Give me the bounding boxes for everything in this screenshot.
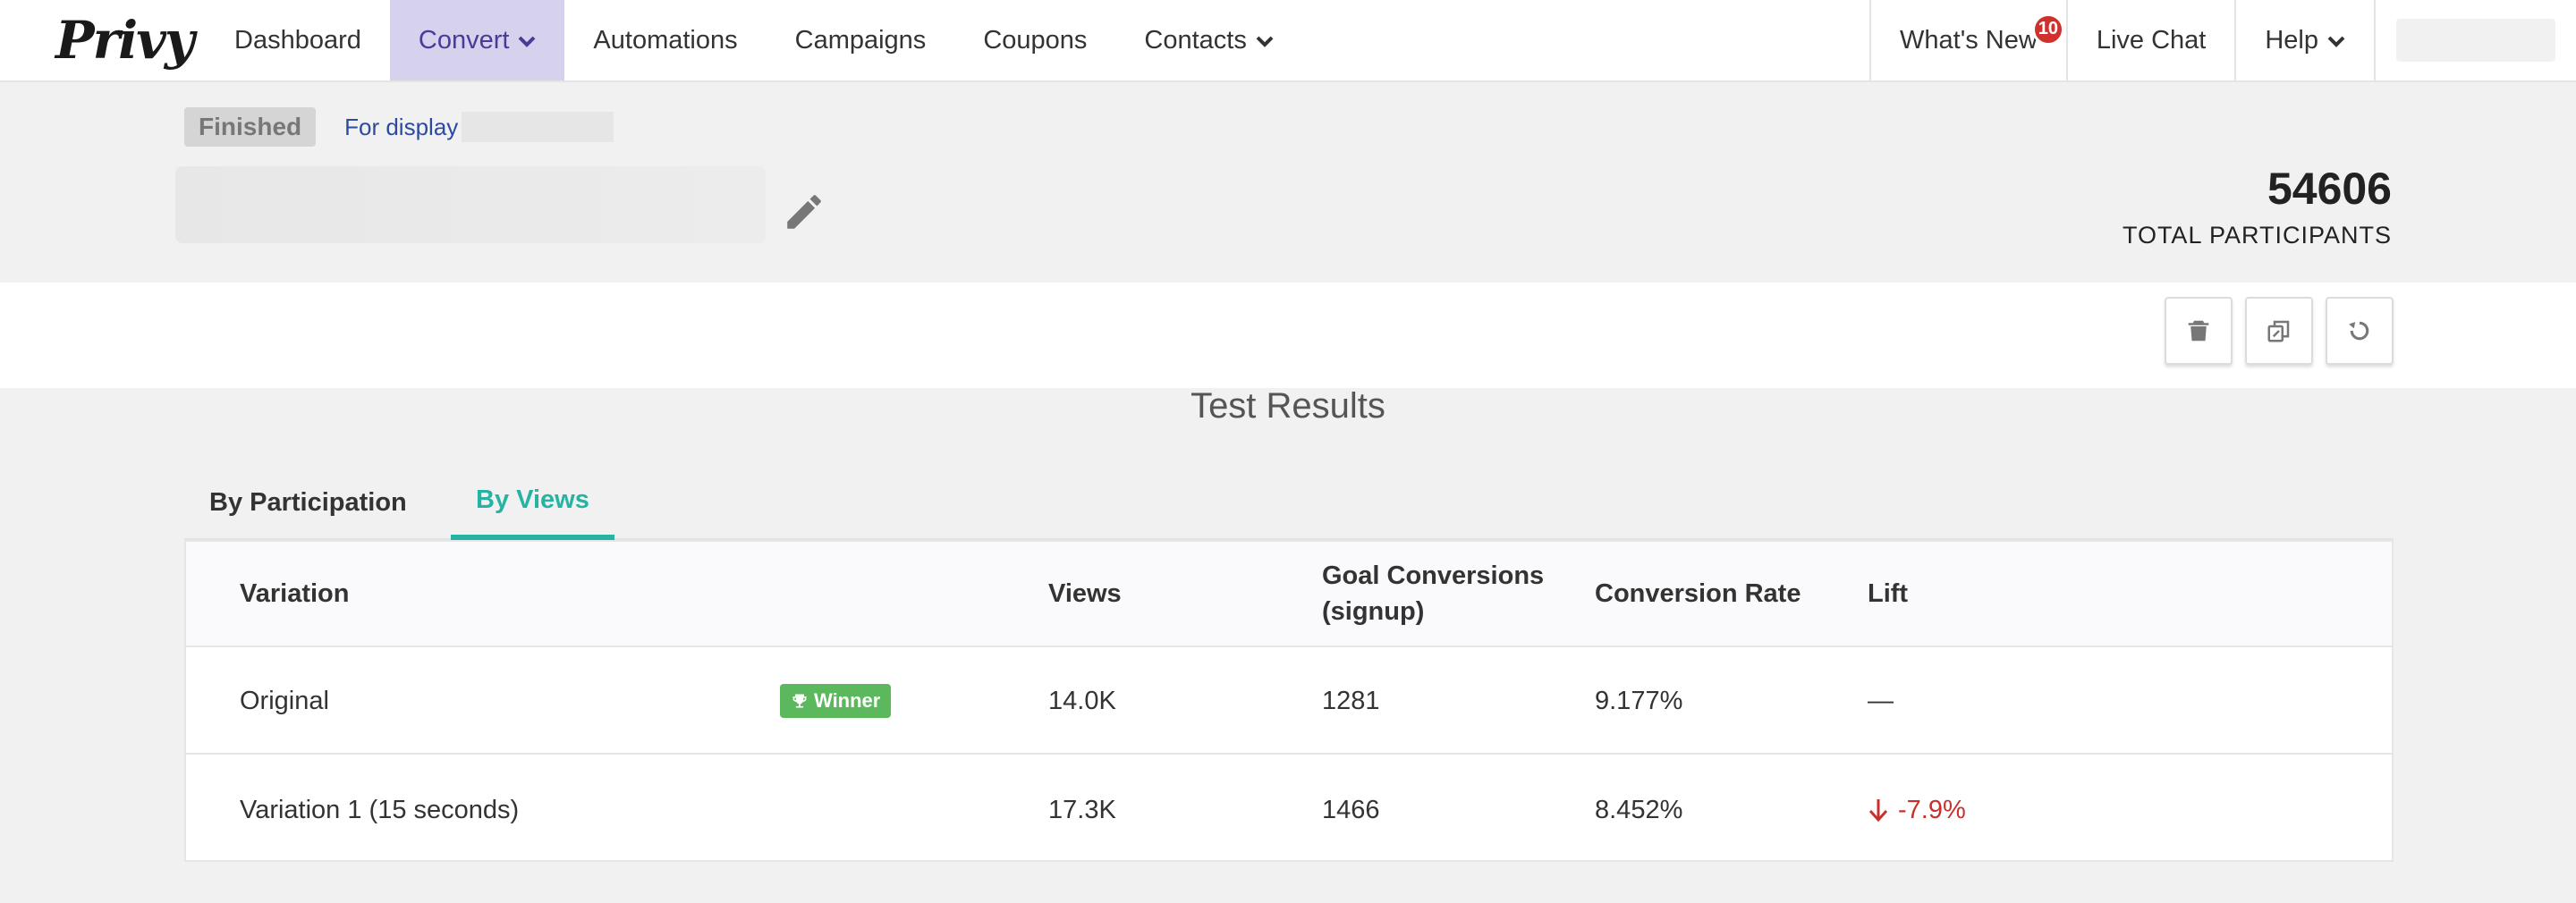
status-row: Finished For display [184,107,614,147]
status-badge: Finished [184,107,317,147]
row-rate: 9.177% [1595,686,1683,715]
nav-convert[interactable]: Convert [389,0,565,80]
table-row: Variation 1 (15 seconds) 17.3K 1466 8.45… [186,756,2392,864]
results-title: Test Results [1191,386,1385,426]
col-conversion-rate: Conversion Rate [1595,579,1801,608]
col-goal-conversions: Goal Conversions (signup) [1322,558,1544,629]
total-participants-value: 54606 [2267,164,2392,214]
account-menu[interactable] [2374,0,2576,80]
copy-icon [2267,320,2290,342]
row-variation: Original [240,686,329,715]
campaign-name-redacted [175,166,766,243]
winner-badge: Winner [780,684,892,718]
tab-by-views[interactable]: By Views [451,465,614,540]
chevron-down-icon [518,30,536,54]
total-participants: 54606 TOTAL PARTICIPANTS [2123,166,2392,249]
row-conversions: 1281 [1322,686,1380,715]
table-row: Original Winner 14.0K 1281 9.177% — [186,647,2392,755]
privy-logo[interactable]: Privy [0,0,206,80]
total-participants-label: TOTAL PARTICIPANTS [2122,222,2392,249]
winner-cell: Winner [780,647,892,755]
nav-help[interactable]: Help [2234,0,2374,80]
col-lift: Lift [1868,579,1909,608]
results-tabs: By Participation By Views [184,465,2394,540]
account-name-redacted [2396,19,2555,62]
whats-new-wrap: What's New 10 [1900,13,2064,55]
col-goal-conversions-line1: Goal Conversions [1322,561,1545,590]
display-target-redacted [462,112,614,142]
nav-live-chat-label: Live Chat [2096,25,2207,55]
nav-live-chat[interactable]: Live Chat [2065,0,2235,80]
row-lift-value: -7.9% [1898,795,1966,824]
nav-contacts[interactable]: Contacts [1115,0,1301,80]
results-table: Variation Views Goal Conversions (signup… [184,540,2394,862]
chevron-down-icon [2327,30,2345,54]
row-variation: Variation 1 (15 seconds) [240,795,520,824]
arrow-down-icon [1868,799,1888,823]
notification-count-badge: 10 [2031,13,2064,46]
nav-coupons-label: Coupons [983,25,1088,55]
nav-whats-new-label: What's New [1900,25,2038,55]
nav-dashboard-label: Dashboard [234,25,361,55]
nav-campaigns-label: Campaigns [794,25,927,55]
display-target-link[interactable]: For display [344,114,458,141]
row-views: 17.3K [1048,795,1116,824]
col-goal-conversions-line2: (signup) [1322,597,1425,626]
trophy-icon [792,694,807,708]
row-conversions: 1466 [1322,795,1380,824]
nav-main: Dashboard Convert Automations Campaigns … [206,0,1302,80]
nav-automations[interactable]: Automations [564,0,766,80]
nav-right: What's New 10 Live Chat Help [1869,0,2576,80]
chevron-down-icon [1256,30,1274,54]
nav-campaigns[interactable]: Campaigns [767,0,955,80]
tab-by-participation[interactable]: By Participation [184,465,432,540]
nav-dashboard[interactable]: Dashboard [206,0,390,80]
nav-whats-new[interactable]: What's New 10 [1869,0,2066,80]
nav-automations-label: Automations [593,25,738,55]
reset-button[interactable] [2326,297,2394,365]
row-lift: — [1868,686,1894,715]
table-header: Variation Views Goal Conversions (signup… [186,542,2392,647]
winner-label: Winner [814,689,881,712]
row-views: 14.0K [1048,686,1116,715]
duplicate-button[interactable] [2245,297,2313,365]
col-views: Views [1048,579,1122,608]
nav-help-label: Help [2265,25,2318,55]
trash-icon [2188,320,2209,342]
top-nav: Privy Dashboard Convert Automations Camp… [0,0,2576,82]
nav-convert-label: Convert [418,25,510,55]
row-lift-negative: -7.9% [1868,756,1966,864]
nav-coupons[interactable]: Coupons [954,0,1115,80]
row-rate: 8.452% [1595,795,1683,824]
nav-contacts-label: Contacts [1144,25,1247,55]
reset-icon [2349,321,2369,341]
col-variation: Variation [240,579,350,608]
delete-button[interactable] [2165,297,2233,365]
action-toolbar [0,283,2576,388]
pencil-icon[interactable] [782,190,826,234]
